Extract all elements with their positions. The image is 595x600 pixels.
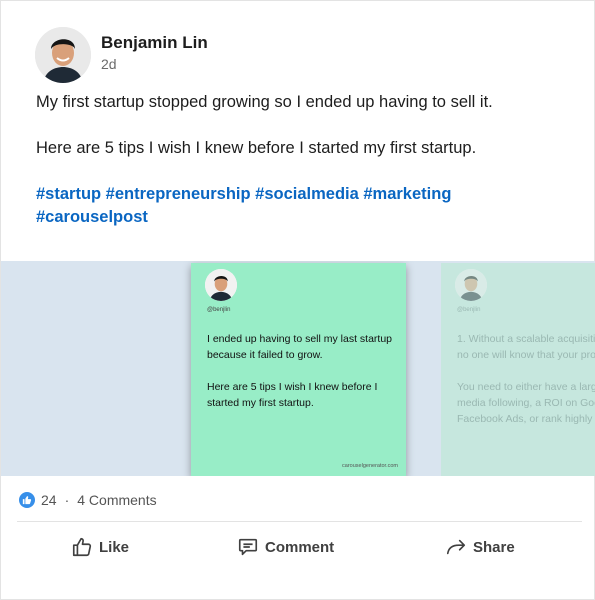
post-actions: Like Comment Share <box>1 531 595 563</box>
post-text-line-2: Here are 5 tips I wish I knew before I s… <box>36 139 477 157</box>
slide-avatar <box>455 269 487 301</box>
slide-avatar <box>205 269 237 301</box>
feed-post: Benjamin Lin 2d My first startup stopped… <box>0 0 595 600</box>
slide-body: 1. Without a scalable acquisitio no one … <box>457 331 595 427</box>
slide-paragraph-1: I ended up having to sell my last startu… <box>207 333 393 361</box>
slide-paragraph-2: Here are 5 tips I wish I knew before I s… <box>207 381 378 409</box>
slide-handle: @benjlin <box>207 307 231 313</box>
post-text: My first startup stopped growing so I en… <box>36 91 566 229</box>
share-arrow-icon <box>446 539 466 555</box>
like-label: Like <box>99 538 130 556</box>
divider <box>17 521 582 522</box>
slide-body: I ended up having to sell my last startu… <box>207 331 397 411</box>
slide-next-line-5: Facebook Ads, or rank highly o <box>457 413 595 425</box>
slide-handle: @benjlin <box>457 307 481 313</box>
slide-next-line-3: You need to either have a large <box>457 381 595 393</box>
comment-button[interactable]: Comment <box>237 531 334 563</box>
carousel-slide-current[interactable]: @benjlin I ended up having to sell my la… <box>191 263 406 476</box>
comment-count[interactable]: 4 Comments <box>77 492 156 508</box>
comment-icon <box>238 538 258 556</box>
like-reaction-icon <box>19 492 35 508</box>
slide-footer: carouselgenerator.com <box>342 463 398 469</box>
share-label: Share <box>473 538 515 556</box>
comment-label: Comment <box>265 538 335 556</box>
post-timestamp: 2d <box>101 56 117 72</box>
author-name[interactable]: Benjamin Lin <box>101 32 208 54</box>
like-button[interactable]: Like <box>71 531 129 563</box>
hashtags-line-2[interactable]: #carouselpost <box>36 206 566 229</box>
slide-next-line-1: 1. Without a scalable acquisitio <box>457 333 595 345</box>
hashtags-line-1[interactable]: #startup #entrepreneurship #socialmedia … <box>36 183 566 206</box>
carousel-slide-next[interactable]: @benjlin 1. Without a scalable acquisiti… <box>441 263 595 476</box>
slide-next-line-2: no one will know that your prod <box>457 349 595 361</box>
author-avatar[interactable] <box>35 27 91 83</box>
post-header: Benjamin Lin 2d <box>35 27 208 83</box>
document-carousel[interactable]: @benjlin I ended up having to sell my la… <box>1 261 595 476</box>
social-counts: 24 · 4 Comments <box>19 492 157 508</box>
post-text-line-1: My first startup stopped growing so I en… <box>36 93 493 111</box>
thumbs-up-icon <box>72 537 92 557</box>
reaction-count[interactable]: 24 <box>41 492 57 508</box>
stats-separator: · <box>64 492 70 508</box>
share-button[interactable]: Share <box>445 531 515 563</box>
slide-next-line-4: media following, a ROI on Goo <box>457 397 595 409</box>
